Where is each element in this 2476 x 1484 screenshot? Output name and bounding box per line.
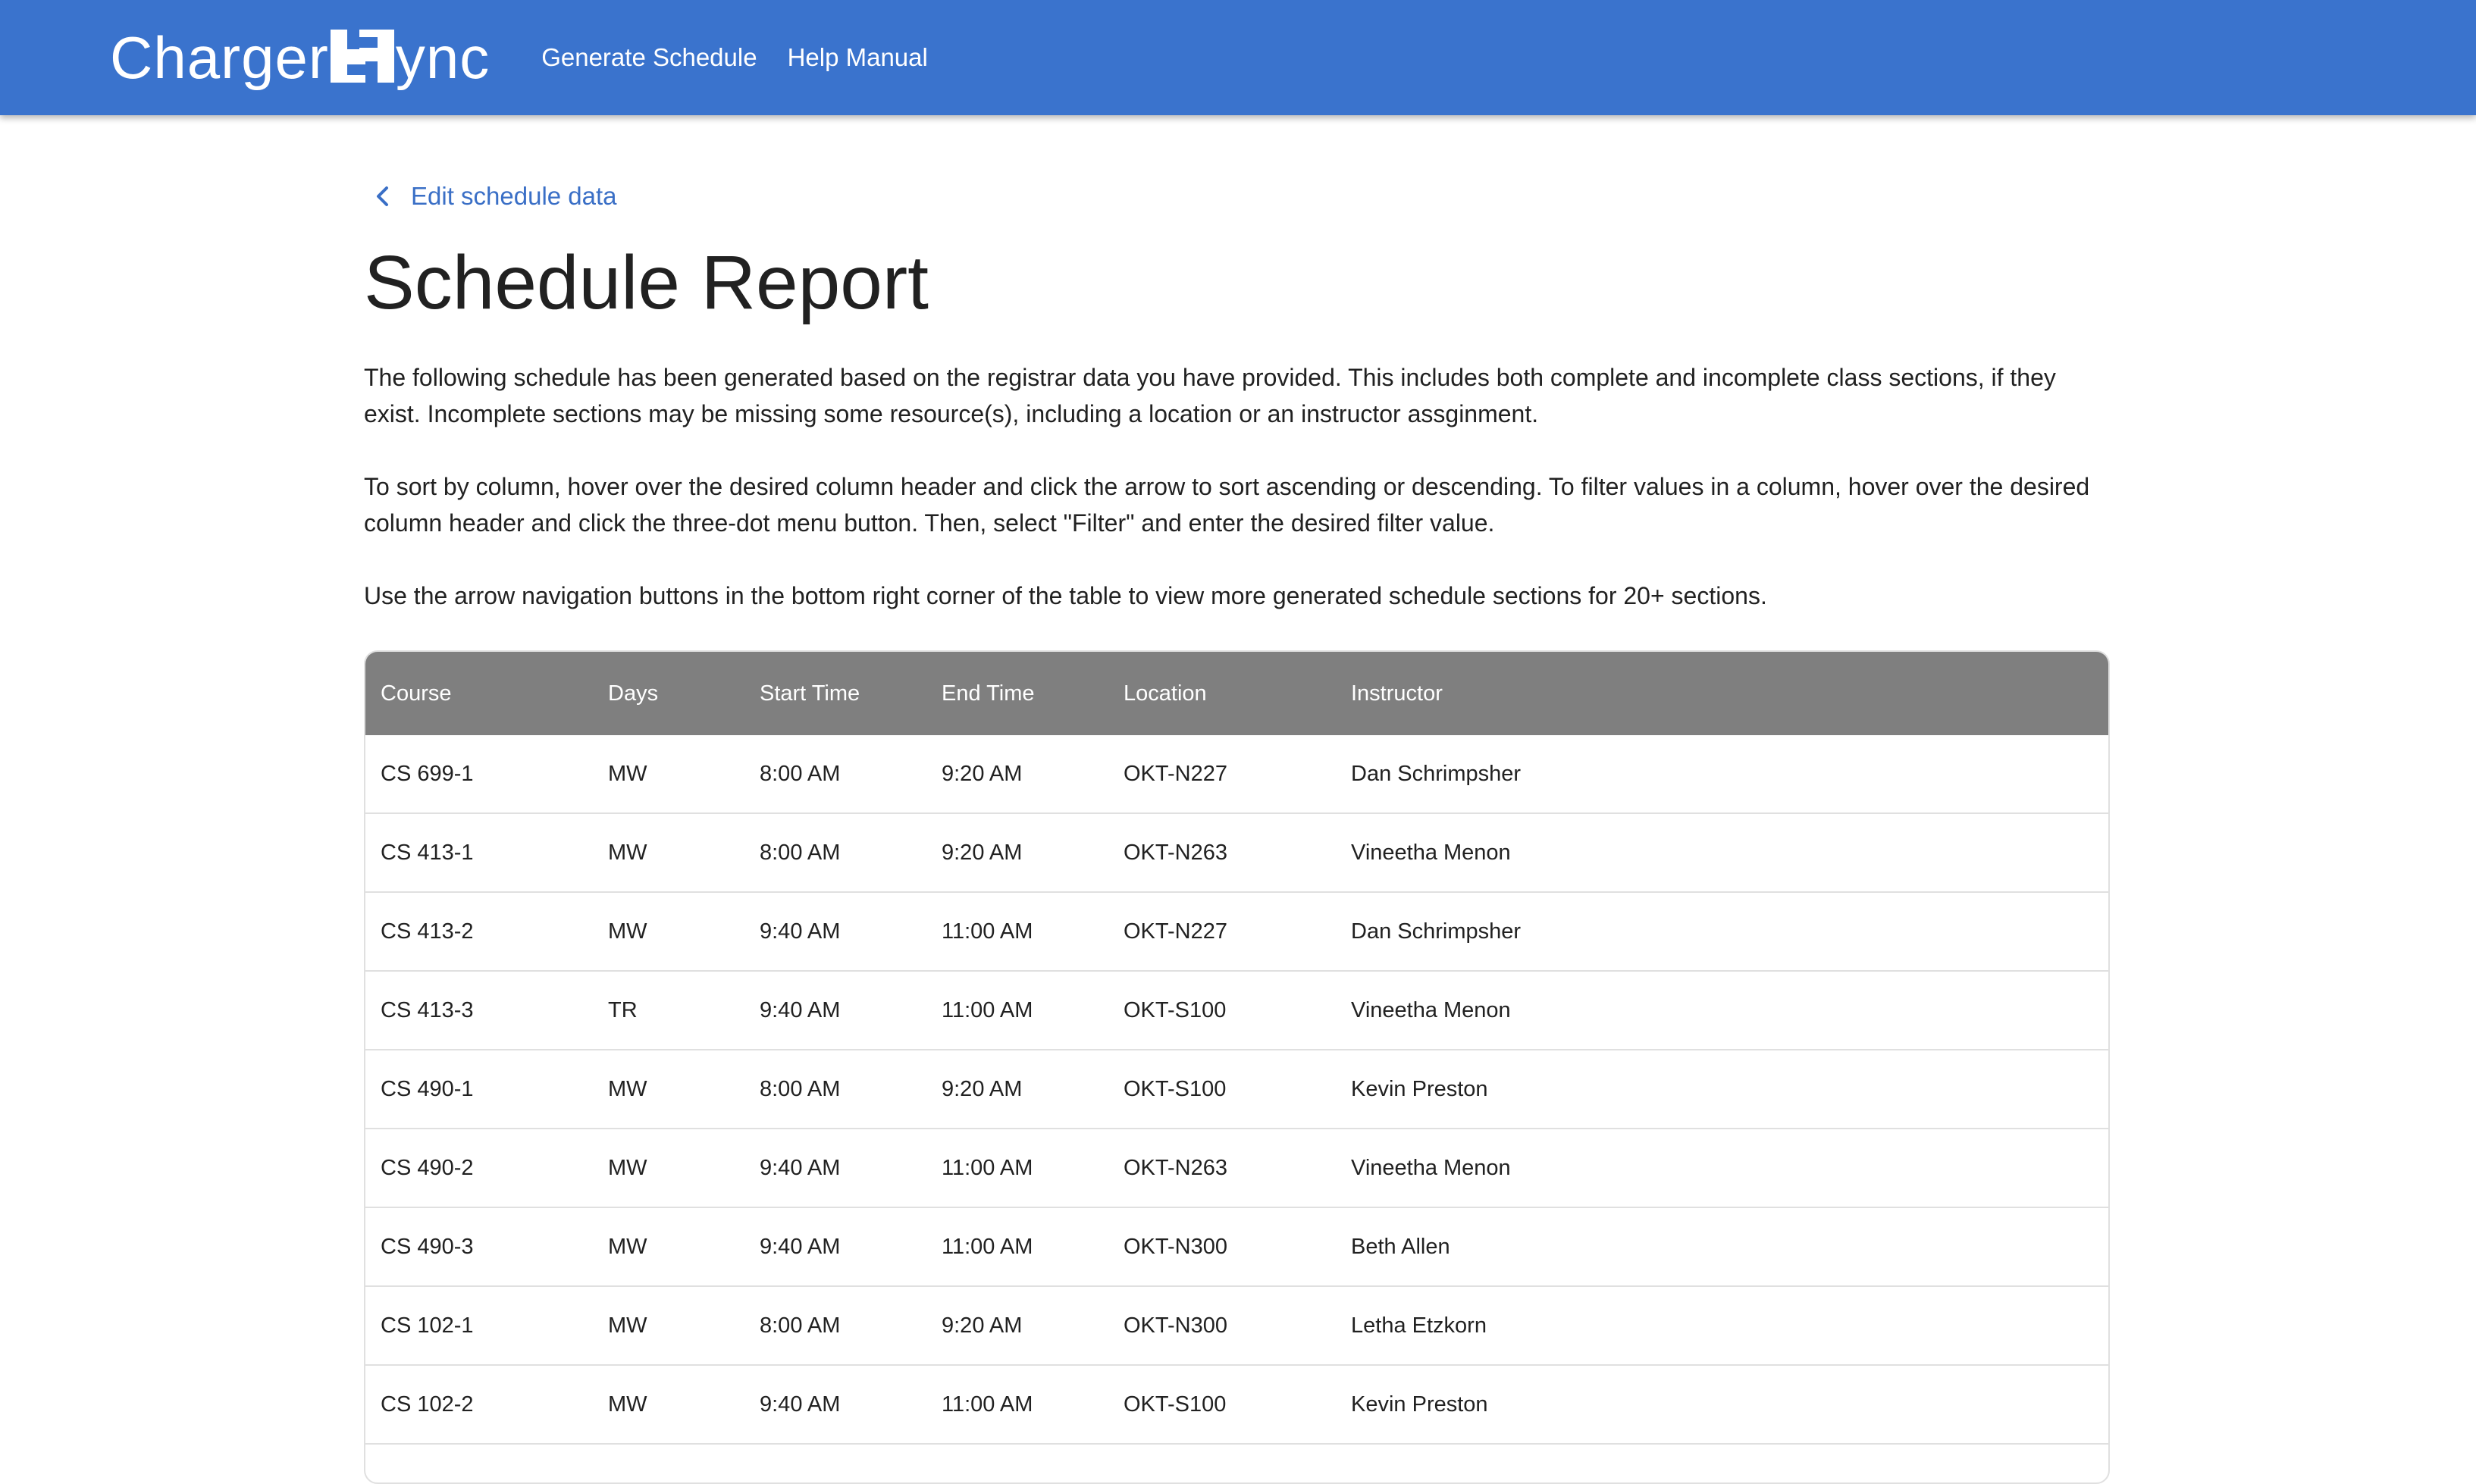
cell-location: OKT-N300 [1124, 1234, 1227, 1259]
cell-end-time: 11:00 AM [942, 1392, 1033, 1417]
cell-course: CS 490-2 [381, 1155, 474, 1180]
cell-days: TR [608, 997, 638, 1022]
cell-instructor: Kevin Preston [1351, 1392, 1488, 1417]
nav-help-manual[interactable]: Help Manual [788, 43, 928, 72]
sort-filter-paragraph: To sort by column, hover over the desire… [364, 473, 2090, 537]
cell-start-time: 8:00 AM [760, 1076, 841, 1101]
cell-location: OKT-S100 [1124, 1076, 1227, 1101]
cell-days: MW [608, 919, 647, 944]
cell-start-time: 8:00 AM [760, 1313, 841, 1338]
edit-schedule-data-link[interactable]: Edit schedule data [371, 182, 617, 211]
cell-location: OKT-N227 [1124, 761, 1227, 786]
cell-end-time: 11:00 AM [942, 919, 1033, 944]
top-navbar: Charger ync Generate Schedule Help Manua… [0, 0, 2476, 115]
cell-course: CS 102-1 [381, 1313, 474, 1338]
chevron-left-icon [377, 186, 388, 206]
page-title: Schedule Report [364, 240, 929, 325]
cell-start-time: 9:40 AM [760, 1234, 841, 1259]
table-row[interactable]: CS 102-2 MW 9:40 AM 11:00 AM OKT-S100 Ke… [365, 1366, 2108, 1445]
cell-instructor: Beth Allen [1351, 1234, 1450, 1259]
table-row[interactable]: CS 102-1 MW 8:00 AM 9:20 AM OKT-N300 Let… [365, 1287, 2108, 1366]
column-header-course[interactable]: Course [381, 681, 452, 706]
table-row[interactable]: CS 699-1 MW 8:00 AM 9:20 AM OKT-N227 Dan… [365, 735, 2108, 814]
cell-days: MW [608, 761, 647, 786]
cell-course: CS 102-2 [381, 1392, 474, 1417]
cell-location: OKT-N227 [1124, 919, 1227, 944]
logo-text-right: ync [395, 23, 490, 91]
cell-days: MW [608, 1392, 647, 1417]
cell-end-time: 9:20 AM [942, 1313, 1023, 1338]
column-header-instructor[interactable]: Instructor [1351, 681, 1443, 706]
cell-instructor: Vineetha Menon [1351, 997, 1511, 1022]
cell-instructor: Kevin Preston [1351, 1076, 1488, 1101]
cell-instructor: Letha Etzkorn [1351, 1313, 1487, 1338]
column-header-end-time[interactable]: End Time [942, 681, 1035, 706]
cell-end-time: 11:00 AM [942, 1155, 1033, 1180]
cell-location: OKT-N263 [1124, 1155, 1227, 1180]
schedule-table: Course Days Start Time End Time Location… [364, 650, 2110, 1484]
cell-end-time: 9:20 AM [942, 1076, 1023, 1101]
table-row[interactable]: CS 413-1 MW 8:00 AM 9:20 AM OKT-N263 Vin… [365, 814, 2108, 893]
cell-end-time: 9:20 AM [942, 840, 1023, 865]
cell-start-time: 8:00 AM [760, 840, 841, 865]
cell-course: CS 699-1 [381, 761, 474, 786]
back-link-label: Edit schedule data [411, 182, 617, 210]
nav-generate-schedule[interactable]: Generate Schedule [541, 43, 757, 72]
cell-days: MW [608, 1155, 647, 1180]
cell-days: MW [608, 1234, 647, 1259]
logo-text-left: Charger [110, 23, 329, 91]
table-row[interactable]: CS 490-3 MW 9:40 AM 11:00 AM OKT-N300 Be… [365, 1208, 2108, 1287]
cell-days: MW [608, 840, 647, 865]
logo-s-mark-icon [330, 28, 394, 83]
cell-course: CS 490-3 [381, 1234, 474, 1259]
cell-location: OKT-N300 [1124, 1313, 1227, 1338]
column-header-start-time[interactable]: Start Time [760, 681, 860, 706]
cell-start-time: 9:40 AM [760, 997, 841, 1022]
cell-start-time: 9:40 AM [760, 1155, 841, 1180]
cell-location: OKT-S100 [1124, 1392, 1227, 1417]
table-header-row: Course Days Start Time End Time Location… [365, 652, 2108, 735]
cell-end-time: 9:20 AM [942, 761, 1023, 786]
cell-instructor: Dan Schrimpsher [1351, 919, 1522, 944]
chargersync-logo[interactable]: Charger ync [110, 20, 490, 95]
table-row[interactable]: CS 413-3 TR 9:40 AM 11:00 AM OKT-S100 Vi… [365, 972, 2108, 1050]
cell-course: CS 413-1 [381, 840, 474, 865]
intro-paragraph: The following schedule has been generate… [364, 364, 2056, 427]
cell-days: MW [608, 1313, 647, 1338]
table-row[interactable]: CS 413-2 MW 9:40 AM 11:00 AM OKT-N227 Da… [365, 893, 2108, 972]
cell-location: OKT-N263 [1124, 840, 1227, 865]
cell-instructor: Dan Schrimpsher [1351, 761, 1522, 786]
nav-links: Generate Schedule Help Manual [541, 43, 958, 72]
cell-course: CS 490-1 [381, 1076, 474, 1101]
navigation-paragraph: Use the arrow navigation buttons in the … [364, 582, 1767, 609]
cell-start-time: 9:40 AM [760, 919, 841, 944]
table-row[interactable]: CS 490-1 MW 8:00 AM 9:20 AM OKT-S100 Kev… [365, 1050, 2108, 1129]
column-header-location[interactable]: Location [1124, 681, 1207, 706]
cell-instructor: Vineetha Menon [1351, 840, 1511, 865]
cell-end-time: 11:00 AM [942, 997, 1033, 1022]
cell-instructor: Vineetha Menon [1351, 1155, 1511, 1180]
cell-course: CS 413-2 [381, 919, 474, 944]
cell-end-time: 11:00 AM [942, 1234, 1033, 1259]
column-header-days[interactable]: Days [608, 681, 658, 706]
cell-location: OKT-S100 [1124, 997, 1227, 1022]
table-row[interactable]: CS 490-2 MW 9:40 AM 11:00 AM OKT-N263 Vi… [365, 1129, 2108, 1208]
cell-course: CS 413-3 [381, 997, 474, 1022]
cell-start-time: 9:40 AM [760, 1392, 841, 1417]
cell-days: MW [608, 1076, 647, 1101]
cell-start-time: 8:00 AM [760, 761, 841, 786]
